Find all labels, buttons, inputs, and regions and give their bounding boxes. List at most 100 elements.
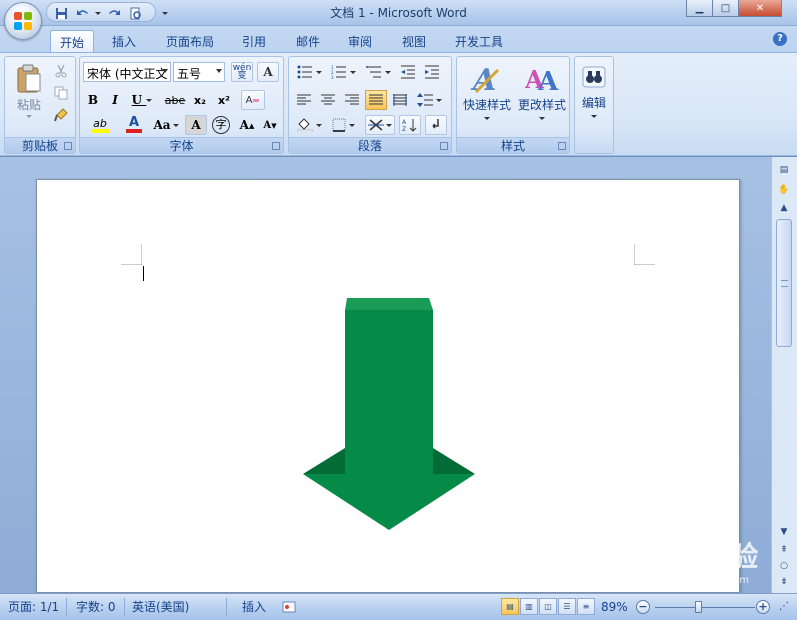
language-indicator[interactable]: 英语(美国): [132, 598, 189, 616]
document-page[interactable]: [36, 179, 740, 593]
tab-page-layout[interactable]: 页面布局: [160, 30, 220, 52]
font-size-field[interactable]: 五号: [173, 62, 225, 82]
vertical-scrollbar[interactable]: ▤ ✋ ▲ ▼ ⇞ ○ ⇟: [771, 157, 797, 593]
quick-styles-button[interactable]: A 快速样式: [459, 59, 515, 135]
paragraph-launcher-icon[interactable]: [440, 142, 448, 150]
svg-text:A: A: [537, 67, 559, 96]
change-styles-label: 更改样式: [517, 98, 566, 112]
asian-layout-button[interactable]: [365, 115, 395, 135]
justify-icon[interactable]: [365, 90, 387, 110]
insert-mode-indicator[interactable]: 插入: [242, 598, 266, 616]
watermark-text: Bai du 经验: [585, 540, 760, 573]
scroll-thumb[interactable]: [776, 219, 792, 347]
editing-label: 编辑: [581, 96, 606, 110]
bullets-button[interactable]: [293, 62, 325, 82]
decrease-indent-icon[interactable]: [397, 62, 419, 82]
paste-button[interactable]: 粘贴: [9, 59, 49, 123]
paste-label: 粘贴: [16, 98, 41, 112]
print-layout-view-icon[interactable]: ▤: [501, 598, 519, 615]
asian-layout-icon: [368, 119, 384, 131]
down-arrow-shape[interactable]: [303, 298, 475, 531]
superscript-button[interactable]: x²: [213, 90, 235, 110]
enclose-characters-button[interactable]: 字: [210, 115, 232, 135]
font-color-button[interactable]: A: [119, 115, 149, 135]
align-left-icon[interactable]: [293, 90, 315, 110]
quick-styles-icon: A: [470, 63, 500, 96]
clear-formatting-button[interactable]: A: [241, 90, 265, 110]
bold-button[interactable]: B: [83, 90, 103, 110]
tab-review[interactable]: 审阅: [338, 30, 382, 52]
underline-button[interactable]: U: [127, 90, 157, 110]
outline-view-icon[interactable]: ☰: [558, 598, 576, 615]
title-bar: 文档 1 - Microsoft Word ▁ □ ✕: [0, 0, 797, 40]
show-marks-icon[interactable]: [425, 115, 447, 135]
borders-button[interactable]: [327, 115, 359, 135]
highlight-button[interactable]: ab: [83, 115, 117, 135]
phonetic-guide-button[interactable]: wén 变: [231, 62, 253, 82]
next-page-icon[interactable]: ⇟: [775, 575, 793, 589]
clipboard-launcher-icon[interactable]: [64, 142, 72, 150]
scroll-up-icon[interactable]: ▲: [775, 201, 793, 215]
binoculars-icon: [582, 66, 606, 88]
align-right-icon[interactable]: [341, 90, 363, 110]
scroll-down-icon[interactable]: ▼: [775, 525, 793, 539]
tab-developer[interactable]: 开发工具: [446, 30, 512, 52]
distributed-icon[interactable]: [389, 90, 411, 110]
styles-launcher-icon[interactable]: [558, 142, 566, 150]
editing-button[interactable]: 编辑: [577, 59, 611, 135]
character-shading-button[interactable]: A: [185, 115, 207, 135]
shrink-font-button[interactable]: A ▼: [259, 115, 281, 135]
zoom-in-icon[interactable]: +: [756, 600, 770, 614]
font-launcher-icon[interactable]: [272, 142, 280, 150]
tab-home[interactable]: 开始: [50, 30, 94, 52]
sort-icon[interactable]: AZ: [399, 115, 421, 135]
tab-mailings[interactable]: 邮件: [286, 30, 330, 52]
subscript-button[interactable]: x₂: [189, 90, 211, 110]
cut-icon[interactable]: [51, 61, 71, 81]
tab-view[interactable]: 视图: [392, 30, 436, 52]
font-name-field[interactable]: 宋体 (中文正文: [83, 62, 171, 82]
zoom-slider-knob[interactable]: [694, 601, 702, 613]
macro-record-icon[interactable]: [282, 598, 296, 616]
line-spacing-button[interactable]: [413, 90, 445, 110]
format-painter-icon[interactable]: [51, 105, 71, 125]
full-screen-reading-icon[interactable]: ▥: [520, 598, 538, 615]
paragraph-group-label: 段落: [289, 137, 451, 153]
zoom-out-icon[interactable]: −: [636, 600, 650, 614]
previous-page-icon[interactable]: ⇞: [775, 543, 793, 557]
resize-grip-icon[interactable]: ⋰: [779, 598, 789, 616]
select-browse-object-icon[interactable]: ○: [775, 559, 793, 573]
zoom-level[interactable]: 89%: [601, 598, 628, 616]
italic-button[interactable]: I: [105, 90, 125, 110]
strikethrough-button[interactable]: abe: [163, 90, 187, 110]
increase-indent-icon[interactable]: [421, 62, 443, 82]
line-spacing-icon: [416, 93, 433, 107]
help-icon[interactable]: ?: [773, 32, 787, 46]
change-styles-icon: A A: [525, 65, 559, 96]
draft-view-icon[interactable]: ≡: [577, 598, 595, 615]
maximize-button[interactable]: □: [713, 0, 739, 16]
clipboard-group: 粘贴 剪贴板: [4, 56, 76, 154]
pan-hand-icon[interactable]: ✋: [775, 183, 793, 197]
copy-icon[interactable]: [51, 83, 71, 103]
change-styles-button[interactable]: A A 更改样式: [515, 59, 569, 135]
shading-button[interactable]: [293, 115, 325, 135]
numbering-button[interactable]: 123: [327, 62, 359, 82]
office-button[interactable]: [4, 2, 42, 40]
minimize-button[interactable]: ▁: [687, 0, 713, 16]
ruler-toggle-icon[interactable]: ▤: [775, 163, 793, 177]
page-indicator[interactable]: 页面: 1/1: [8, 598, 59, 616]
tab-insert[interactable]: 插入: [100, 30, 148, 52]
web-layout-icon[interactable]: ◫: [539, 598, 557, 615]
close-button[interactable]: ✕: [739, 0, 781, 16]
change-case-button[interactable]: Aa: [151, 115, 181, 135]
tab-references[interactable]: 引用: [232, 30, 276, 52]
word-count[interactable]: 字数: 0: [76, 598, 116, 616]
zoom-slider[interactable]: [655, 607, 755, 608]
eraser-icon: [253, 99, 260, 102]
character-border-button[interactable]: A: [257, 62, 279, 82]
align-center-icon[interactable]: [317, 90, 339, 110]
grow-font-button[interactable]: A ▲: [236, 115, 258, 135]
multilevel-list-button[interactable]: [361, 62, 395, 82]
font-group-label: 字体: [80, 137, 283, 153]
